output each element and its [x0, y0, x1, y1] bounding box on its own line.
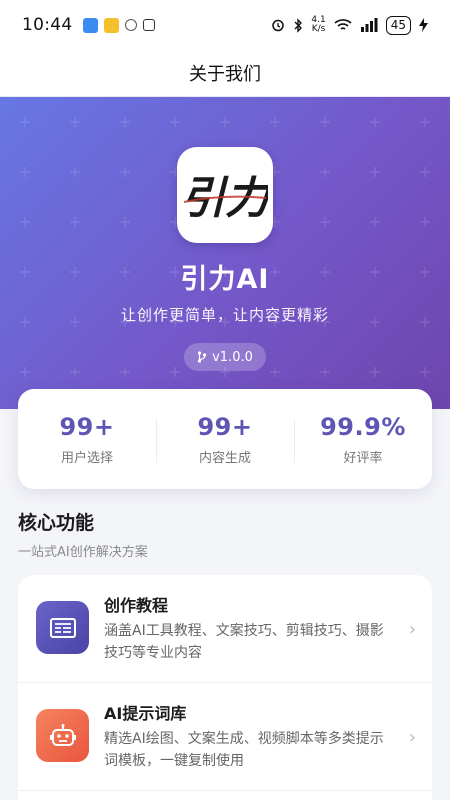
branch-icon — [198, 351, 207, 363]
status-bar: 10:44 4.1 K/s 45 — [0, 0, 450, 50]
net-speed-unit: K/s — [311, 24, 326, 34]
chat-notification-icon — [124, 19, 137, 31]
chevron-right-icon: › — [408, 619, 416, 640]
version-text: v1.0.0 — [212, 349, 253, 365]
section-subtitle: 一站式AI创作解决方案 — [18, 545, 148, 560]
logo-calligraphy: 引力 — [182, 173, 268, 224]
stat-label: 内容生成 — [198, 450, 251, 466]
book-icon — [36, 601, 89, 654]
alarm-icon — [272, 19, 285, 32]
battery-indicator: 45 — [385, 15, 411, 35]
hero-banner: 引力 引力AI 让创作更简单，让内容更精彩 v1.0.0 — [0, 97, 450, 409]
wifi-icon — [334, 19, 352, 30]
app-logo: 引力 — [177, 147, 273, 243]
nfc-icon — [142, 19, 155, 31]
status-right: 4.1 K/s 45 — [271, 15, 428, 35]
page-title: 关于我们 — [189, 64, 261, 85]
stats-card: 99+ 用户选择 99+ 内容生成 99.9% 好评率 — [18, 389, 432, 489]
app-tagline: 让创作更简单，让内容更精彩 — [120, 306, 329, 324]
section-title: 核心功能 — [18, 512, 95, 534]
stat-users: 99+ 用户选择 — [18, 413, 156, 466]
stat-label: 用户选择 — [60, 450, 113, 466]
feature-description: 精选AI绘图、文案生成、视频脚本等多类提示词模板，一键复制使用 — [104, 731, 384, 769]
stat-value: 99.9% — [320, 412, 406, 441]
stat-content: 99+ 内容生成 — [156, 413, 294, 466]
network-speed: 4.1 K/s — [311, 16, 325, 34]
mail-notification-icon — [103, 17, 119, 33]
notification-icons — [82, 17, 155, 33]
stat-label: 好评率 — [343, 450, 383, 466]
feature-list: 创作教程 涵盖AI工具教程、文案技巧、剪辑技巧、摄影技巧等专业内容 › AI提示… — [18, 575, 432, 800]
signal-icon — [360, 18, 378, 32]
feature-item-prompts[interactable]: AI提示词库 精选AI绘图、文案生成、视频脚本等多类提示词模板，一键复制使用 › — [18, 683, 432, 791]
app-notification-icon — [82, 17, 98, 33]
nav-bar: 关于我们 — [0, 50, 450, 97]
stat-value: 99+ — [197, 412, 253, 441]
feature-title: AI提示词库 — [104, 704, 187, 723]
feature-title: 创作教程 — [104, 596, 169, 615]
chevron-right-icon: › — [408, 727, 416, 748]
charging-icon — [419, 18, 428, 32]
status-time: 10:44 — [22, 15, 73, 35]
feature-description: 涵盖AI工具教程、文案技巧、剪辑技巧、摄影技巧等专业内容 — [104, 623, 384, 661]
bluetooth-icon — [294, 17, 303, 33]
robot-icon — [36, 709, 89, 762]
version-badge: v1.0.0 — [184, 343, 266, 371]
svg-text:引力: 引力 — [182, 173, 268, 224]
stat-value: 99+ — [59, 412, 115, 441]
app-name: 引力AI — [180, 264, 270, 295]
stat-rating: 99.9% 好评率 — [294, 413, 432, 466]
feature-item-tutorials[interactable]: 创作教程 涵盖AI工具教程、文案技巧、剪辑技巧、摄影技巧等专业内容 › — [18, 575, 432, 683]
